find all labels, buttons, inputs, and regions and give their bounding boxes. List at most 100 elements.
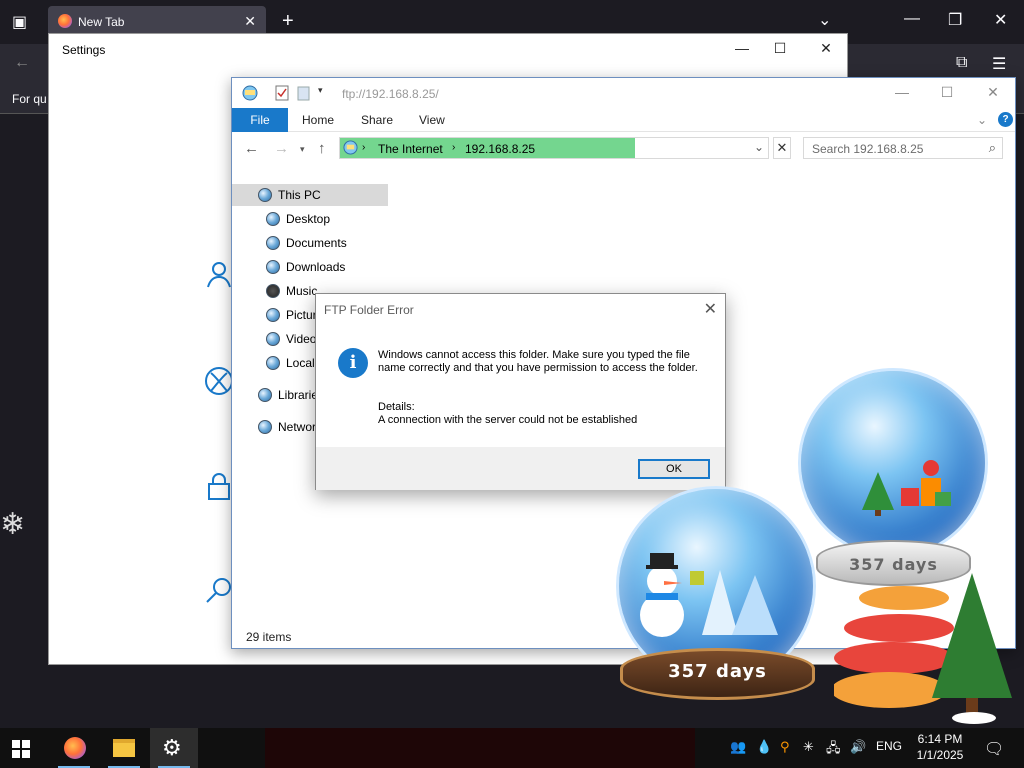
new-tab-icon[interactable]: + xyxy=(282,10,294,33)
minimize-icon[interactable]: — xyxy=(727,40,757,60)
properties-icon[interactable] xyxy=(274,85,290,101)
firefox-content-text: For qu xyxy=(12,92,47,106)
back-arrow-icon[interactable]: ← xyxy=(244,140,259,157)
explorer-title-path: ftp://192.168.8.25/ xyxy=(342,87,439,101)
settings-title: Settings xyxy=(62,43,106,57)
tree-item-label: This PC xyxy=(278,188,321,202)
tree-item-desktop[interactable]: Desktop xyxy=(266,212,330,234)
videos-icon xyxy=(266,332,280,346)
ribbon-tabs: File Home Share View ⌄ ? xyxy=(232,108,1015,132)
search-icon[interactable] xyxy=(204,575,234,605)
details-text: A connection with the server could not b… xyxy=(378,414,638,426)
up-arrow-icon[interactable]: ↑ xyxy=(318,140,326,157)
maximize-icon[interactable]: ☐ xyxy=(932,84,962,104)
people-icon[interactable]: 👥 xyxy=(730,739,746,755)
downloads-icon xyxy=(266,260,280,274)
snowflake-tray-icon[interactable]: ✳ xyxy=(803,739,814,755)
tab-list-icon[interactable]: ▣ xyxy=(12,12,27,32)
desktop-icon xyxy=(266,212,280,226)
tree-item-music[interactable]: Music xyxy=(266,284,317,306)
tree-item-this-pc[interactable]: This PC xyxy=(232,184,388,206)
ftp-error-dialog: FTP Folder Error ✕ i Windows cannot acce… xyxy=(315,293,726,490)
chevron-right-icon: › xyxy=(362,142,366,153)
tab-share[interactable]: Share xyxy=(361,113,393,127)
close-tab-icon[interactable]: ✕ xyxy=(244,13,256,30)
help-icon[interactable]: ? xyxy=(998,112,1013,127)
close-icon[interactable]: ✕ xyxy=(811,40,841,60)
tree-item-label: Librarie xyxy=(278,388,319,402)
volume-icon[interactable]: 🔊 xyxy=(850,739,866,755)
tree-item-label: Desktop xyxy=(286,212,331,226)
minimize-icon[interactable]: — xyxy=(887,84,917,104)
tree-item-downloads[interactable]: Downloads xyxy=(266,260,345,282)
firefox-icon xyxy=(64,737,86,759)
recent-locations-icon[interactable]: ▾ xyxy=(300,144,305,155)
tab-file[interactable]: File xyxy=(232,108,288,132)
gifts-icon xyxy=(901,460,951,506)
address-dropdown-icon[interactable]: ⌄ xyxy=(754,140,764,154)
network-icon xyxy=(258,420,272,434)
tab-view[interactable]: View xyxy=(419,113,445,127)
breadcrumb-host[interactable]: 192.168.8.25 xyxy=(465,142,535,156)
search-input[interactable]: Search 192.168.8.25 ⌕ xyxy=(803,137,1003,159)
droplet-icon[interactable]: 💧 xyxy=(756,739,772,755)
network-tray-icon[interactable]: 🖧 xyxy=(826,739,841,761)
stop-loading-icon[interactable]: ✕ xyxy=(773,137,791,159)
snowflake-icon: ❄ xyxy=(0,508,26,541)
tree-item-documents[interactable]: Documents xyxy=(266,236,347,258)
windows-start-icon[interactable] xyxy=(12,740,30,758)
tree-item-libraries[interactable]: Librarie xyxy=(258,388,318,410)
address-bar[interactable]: › The Internet › 192.168.8.25 ⌄ xyxy=(339,137,769,159)
tree-item-label: Networ xyxy=(278,420,317,434)
tree-item-pictures[interactable]: Pictur xyxy=(266,308,317,330)
libraries-icon xyxy=(258,388,272,402)
account-icon[interactable] xyxy=(204,259,234,289)
tree-item-local-disk[interactable]: Local xyxy=(266,356,315,378)
dialog-footer: OK xyxy=(316,447,725,490)
tree-item-videos[interactable]: Video xyxy=(266,332,316,354)
tree-item-label: Music xyxy=(286,284,318,298)
maximize-icon[interactable]: ☐ xyxy=(765,40,795,60)
tab-home[interactable]: Home xyxy=(302,113,334,127)
tree-icon xyxy=(862,472,894,516)
back-arrow-icon[interactable]: ← xyxy=(14,54,30,72)
system-clock[interactable]: 6:14 PM 1/1/2025 xyxy=(905,731,975,763)
taskbar-firefox[interactable] xyxy=(50,728,98,768)
explorer-title-bar: ▾ ftp://192.168.8.25/ — ☐ ✕ xyxy=(232,78,1015,108)
dialog-title: FTP Folder Error xyxy=(324,303,414,317)
taskbar-wallpaper-strip xyxy=(265,728,695,768)
maximize-icon[interactable]: ❐ xyxy=(948,10,962,30)
breadcrumb-internet[interactable]: The Internet xyxy=(378,142,443,156)
taskbar: ⚙ 👥 💧 ⚲ ✳ 🖧 🔊 ENG 6:14 PM 1/1/2025 🗨 xyxy=(0,728,1024,768)
globe-sphere xyxy=(798,368,988,558)
taskbar-file-explorer[interactable] xyxy=(100,728,148,768)
input-language[interactable]: ENG xyxy=(876,739,902,753)
navigation-bar: ← → ▾ ↑ › The Internet › 192.168.8.25 ⌄ … xyxy=(232,134,1015,164)
chevron-right-icon: › xyxy=(452,142,456,153)
close-icon[interactable]: ✕ xyxy=(704,299,717,319)
qat-dropdown-icon[interactable]: ▾ xyxy=(318,85,334,101)
christmas-tree-icon xyxy=(834,573,1012,724)
close-icon[interactable]: ✕ xyxy=(978,84,1008,104)
minimize-icon[interactable]: — xyxy=(904,10,920,28)
computer-icon xyxy=(258,188,272,202)
ok-button[interactable]: OK xyxy=(638,459,710,479)
lock-icon[interactable] xyxy=(204,471,234,501)
notifications-icon[interactable]: 🗨 xyxy=(984,739,1004,759)
tree-item-label: Local xyxy=(286,356,315,370)
new-folder-icon[interactable] xyxy=(296,85,312,101)
search-tray-icon[interactable]: ⚲ xyxy=(780,739,790,755)
tree-item-network[interactable]: Networ xyxy=(258,420,316,442)
xbox-icon[interactable] xyxy=(204,366,234,396)
extensions-icon[interactable]: ⧉ xyxy=(956,54,967,72)
forward-arrow-icon[interactable]: → xyxy=(274,140,289,157)
disk-icon xyxy=(266,356,280,370)
expand-ribbon-icon[interactable]: ⌄ xyxy=(977,113,987,127)
search-icon[interactable]: ⌕ xyxy=(989,140,996,156)
days-counter-label: 357 days xyxy=(668,661,767,682)
chevron-down-icon[interactable]: ⌄ xyxy=(818,10,831,30)
menu-icon[interactable]: ☰ xyxy=(992,54,1006,74)
network-folder-icon xyxy=(242,85,258,101)
close-window-icon[interactable]: ✕ xyxy=(994,10,1007,30)
taskbar-settings[interactable]: ⚙ xyxy=(150,728,198,768)
